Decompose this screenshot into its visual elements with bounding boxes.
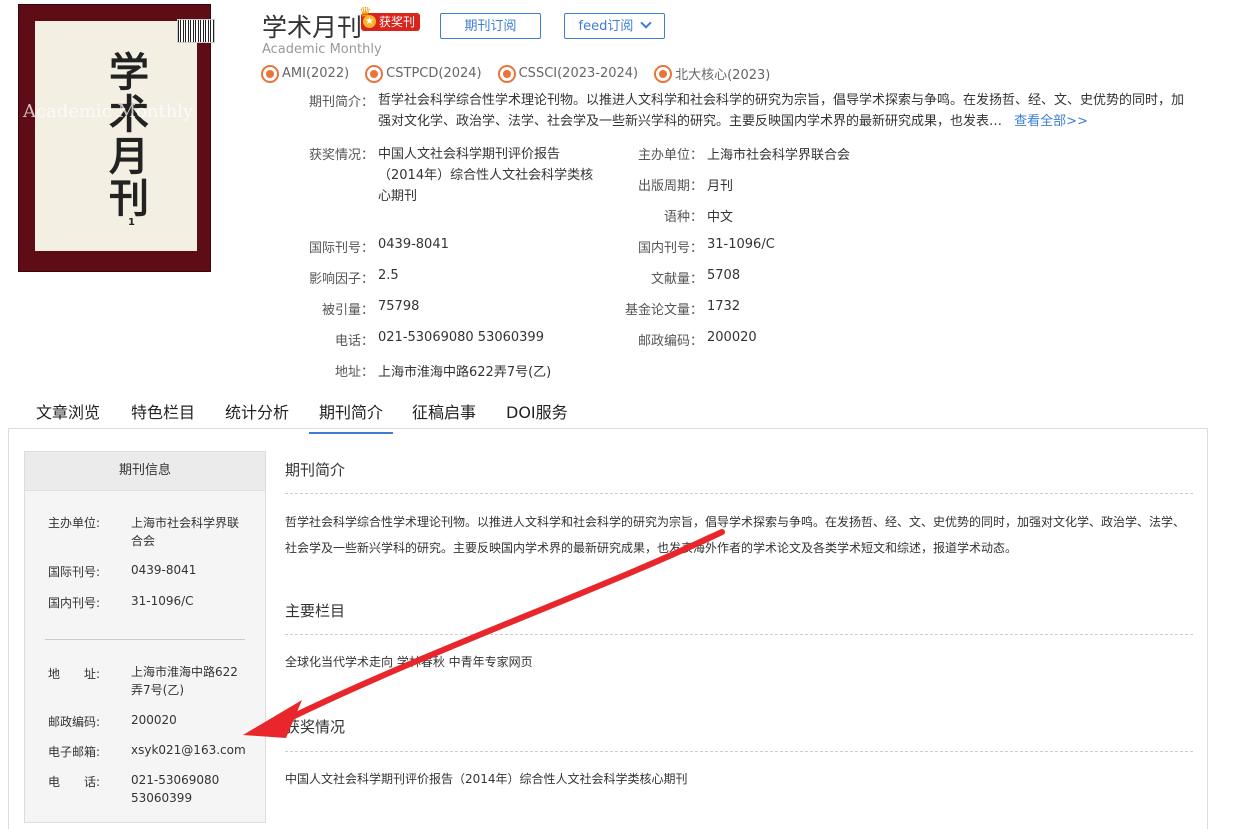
arrow-head-icon [243,700,302,738]
annotation-arrow [243,529,725,738]
